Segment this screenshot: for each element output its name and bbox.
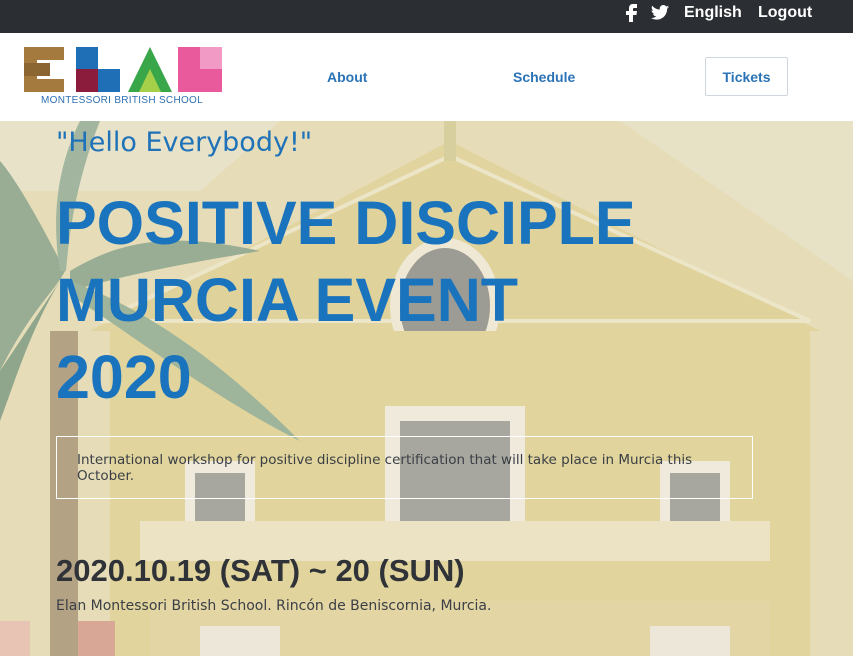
nav-about[interactable]: About [327,69,367,85]
event-description: International workshop for positive disc… [77,451,693,484]
facebook-icon[interactable] [624,4,638,22]
nav-schedule[interactable]: Schedule [513,69,575,85]
hero-greeting: "Hello Everybody!" [56,127,313,158]
hero-title-line-3: 2020 [56,343,192,411]
hero-title-line-2: MURCIA EVENT [56,266,519,334]
main-navbar: MONTESSORI BRITISH SCHOOL About Schedule… [0,33,853,121]
tickets-button[interactable]: Tickets [705,57,788,96]
event-location: Elan Montessori British School. Rincón d… [56,598,492,614]
language-selector[interactable]: English [684,4,742,22]
hero-section: "Hello Everybody!" POSITIVE DISCIPLE MUR… [0,121,853,656]
logout-link[interactable]: Logout [758,4,812,22]
top-bar: English Logout [0,0,853,33]
twitter-icon[interactable] [651,5,669,21]
event-description-box: International workshop for positive disc… [56,436,753,499]
hero-title: POSITIVE DISCIPLE MURCIA EVENT 2020 [56,185,636,416]
logo-tagline: MONTESSORI BRITISH SCHOOL [41,95,203,106]
hero-title-line-1: POSITIVE DISCIPLE [56,189,636,257]
event-date: 2020.10.19 (SAT) ~ 20 (SUN) [56,553,465,588]
